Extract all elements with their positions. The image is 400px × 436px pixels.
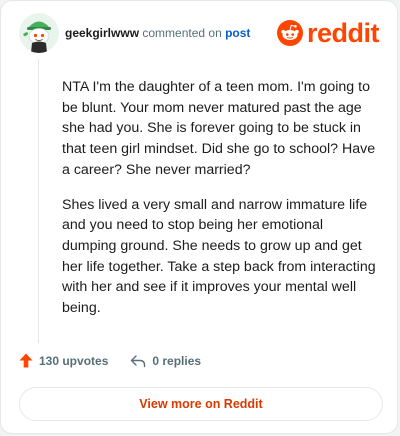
reddit-brand[interactable]: reddit — [276, 18, 380, 48]
reply-count: 0 replies — [152, 353, 202, 368]
comment-author-line: geekgirlwww commented on post — [65, 26, 250, 40]
upvote-arrow-icon — [19, 353, 33, 368]
thread-line — [38, 59, 39, 343]
post-link[interactable]: post — [225, 26, 250, 40]
comment-paragraph: Shes lived a very small and narrow immat… — [62, 196, 376, 317]
reddit-wordmark: reddit — [306, 18, 380, 48]
embedded-comment-card: geekgirlwww commented on post reddit NTA… — [0, 0, 398, 434]
snoo-avatar-icon[interactable] — [19, 13, 59, 53]
view-more-button[interactable]: View more on Reddit — [19, 387, 383, 421]
upvote-button[interactable]: 130 upvotes — [19, 353, 108, 368]
username-link[interactable]: geekgirlwww — [65, 26, 139, 40]
comment-body: NTA I'm the daughter of a teen mom. I'm … — [62, 77, 377, 333]
upvote-count: 130 upvotes — [39, 353, 109, 368]
reddit-logo-icon — [276, 20, 303, 46]
reply-button[interactable]: 0 replies — [130, 354, 201, 368]
comment-actions: 130 upvotes 0 replies — [19, 353, 223, 368]
comment-paragraph: NTA I'm the daughter of a teen mom. I'm … — [62, 79, 376, 178]
commented-on-text: commented on — [139, 26, 226, 40]
reply-arrow-icon — [131, 354, 146, 367]
